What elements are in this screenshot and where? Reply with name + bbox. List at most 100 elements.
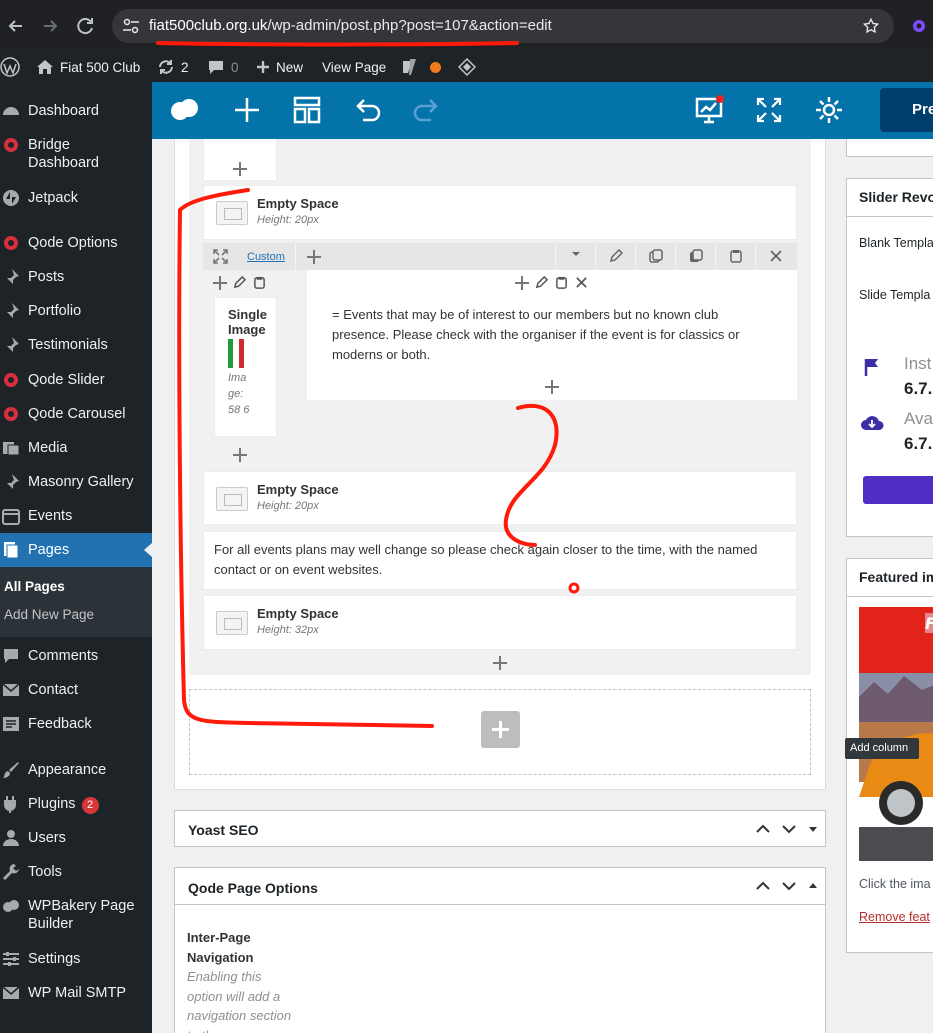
copy-row-button[interactable] <box>675 243 715 270</box>
pages-icon <box>4 542 19 559</box>
pencil-icon <box>609 249 623 263</box>
chevron-down-icon <box>571 252 580 256</box>
reload-icon[interactable] <box>74 14 98 38</box>
calendar-icon <box>2 509 20 525</box>
extension-icon[interactable] <box>909 16 929 36</box>
empty-space-element[interactable]: Empty Space Height: 20px <box>203 471 797 525</box>
cloud-download-icon <box>861 416 884 430</box>
forward-icon[interactable] <box>38 14 62 38</box>
qode-icon <box>4 138 18 152</box>
comment-icon <box>4 649 18 663</box>
chevron-down-icon[interactable] <box>781 878 797 894</box>
seo-analysis-icon[interactable] <box>693 94 725 126</box>
plugins-update-badge: 2 <box>81 797 99 814</box>
toggle-panel-icon[interactable] <box>807 821 819 837</box>
paste-row-button[interactable] <box>715 243 755 270</box>
close-icon[interactable] <box>575 276 588 289</box>
updates-count: 2 <box>181 59 189 75</box>
add-to-column-icon[interactable] <box>514 275 530 291</box>
add-column-tooltip: Add column <box>845 738 919 759</box>
toggle-panel-icon[interactable] <box>807 878 819 894</box>
qode-icon <box>4 373 18 387</box>
update-slider-button[interactable] <box>863 476 933 504</box>
preview-button[interactable]: Pre <box>880 88 933 132</box>
comments-link[interactable]: 0 <box>207 52 239 82</box>
home-icon <box>37 60 53 74</box>
chevron-down-icon[interactable] <box>781 821 797 837</box>
add-to-column-icon[interactable] <box>232 161 248 177</box>
site-name-link[interactable]: Fiat 500 Club <box>36 52 140 82</box>
submenu-add-new-page[interactable]: Add New Page <box>4 607 94 622</box>
redo-icon[interactable] <box>411 94 443 126</box>
plugin-icon <box>4 796 16 813</box>
plus-icon <box>306 249 322 265</box>
row-custom-label[interactable]: Custom <box>247 251 285 263</box>
remove-featured-image-link[interactable]: Remove feat <box>859 910 930 924</box>
view-page-link[interactable]: View Page <box>322 52 386 82</box>
flag-icon <box>864 359 878 376</box>
wp-logo-icon[interactable] <box>0 52 20 82</box>
edit-row-button[interactable] <box>595 243 635 270</box>
seo-status-dot <box>430 52 441 82</box>
qode-icon <box>4 236 18 250</box>
add-to-column-icon[interactable] <box>232 447 248 463</box>
pencil-icon[interactable] <box>233 276 246 289</box>
plus-icon <box>257 61 269 73</box>
chevron-up-icon[interactable] <box>755 878 771 894</box>
add-to-column-icon[interactable] <box>492 655 508 671</box>
featured-image-thumbnail[interactable]: F <box>859 607 933 861</box>
add-element-icon[interactable] <box>231 94 263 126</box>
pencil-icon[interactable] <box>535 276 548 289</box>
diamond-icon[interactable] <box>458 52 476 82</box>
dashboard-icon <box>3 107 19 115</box>
empty-space-element[interactable]: Empty Space Height: 32px <box>203 595 797 650</box>
yoast-icon[interactable] <box>400 52 418 82</box>
empty-space-icon <box>216 611 248 635</box>
submenu-all-pages[interactable]: All Pages <box>4 579 65 594</box>
envelope-icon <box>2 683 20 696</box>
slider-revolution-box: Slider Revo Blank Templa Slide Templa In… <box>846 178 933 537</box>
inner-row-controls: Custom <box>203 243 797 270</box>
single-image-element[interactable]: Single Image Ima ge: 58 6 <box>214 297 277 437</box>
pages-active-highlight <box>0 533 152 567</box>
jetpack-icon <box>3 190 19 206</box>
back-icon[interactable] <box>4 14 28 38</box>
pin-icon <box>5 303 19 320</box>
events-text-block[interactable]: = Events that may be of interest to our … <box>332 305 772 365</box>
clipboard-icon[interactable] <box>253 276 266 289</box>
add-column-button[interactable] <box>295 243 329 270</box>
row-dropdown-button[interactable] <box>555 243 595 270</box>
bookmark-star-icon[interactable] <box>862 17 880 35</box>
add-to-column-icon[interactable] <box>544 379 560 395</box>
address-bar[interactable]: fiat500club.org.uk/wp-admin/post.php?pos… <box>112 9 894 43</box>
drag-move-icon[interactable] <box>213 249 228 264</box>
undo-icon[interactable] <box>351 94 383 126</box>
comments-count: 0 <box>231 59 239 75</box>
add-to-column-icon[interactable] <box>212 275 228 291</box>
pages-submenu: All Pages Add New Page <box>0 567 152 637</box>
active-pointer <box>144 543 152 557</box>
site-settings-icon[interactable] <box>122 18 140 34</box>
yoast-seo-metabox[interactable]: Yoast SEO <box>174 810 826 847</box>
empty-space-element[interactable]: Empty Space Height: 20px <box>203 185 797 240</box>
empty-space-icon <box>216 201 248 225</box>
chevron-up-icon[interactable] <box>755 821 771 837</box>
feedback-icon <box>3 717 19 731</box>
new-content-link[interactable]: New <box>256 52 303 82</box>
inner-column-2: = Events that may be of interest to our … <box>307 270 797 400</box>
qode-icon <box>4 407 18 421</box>
add-element-button[interactable] <box>481 711 520 748</box>
italian-flag-thumbnail <box>228 339 244 368</box>
clipboard-icon[interactable] <box>555 276 568 289</box>
fullscreen-icon[interactable] <box>753 94 785 126</box>
templates-icon[interactable] <box>291 94 323 126</box>
delete-row-button[interactable] <box>755 243 795 270</box>
wpbakery-cloud-icon[interactable] <box>168 94 200 126</box>
updates-link[interactable]: 2 <box>157 52 189 82</box>
settings-sliders-icon <box>3 952 19 966</box>
user-icon <box>3 830 19 846</box>
clone-row-button[interactable] <box>635 243 675 270</box>
settings-gear-icon[interactable] <box>813 94 845 126</box>
plans-text-element[interactable]: For all events plans may well change so … <box>203 531 797 590</box>
clone-icon <box>648 249 663 263</box>
